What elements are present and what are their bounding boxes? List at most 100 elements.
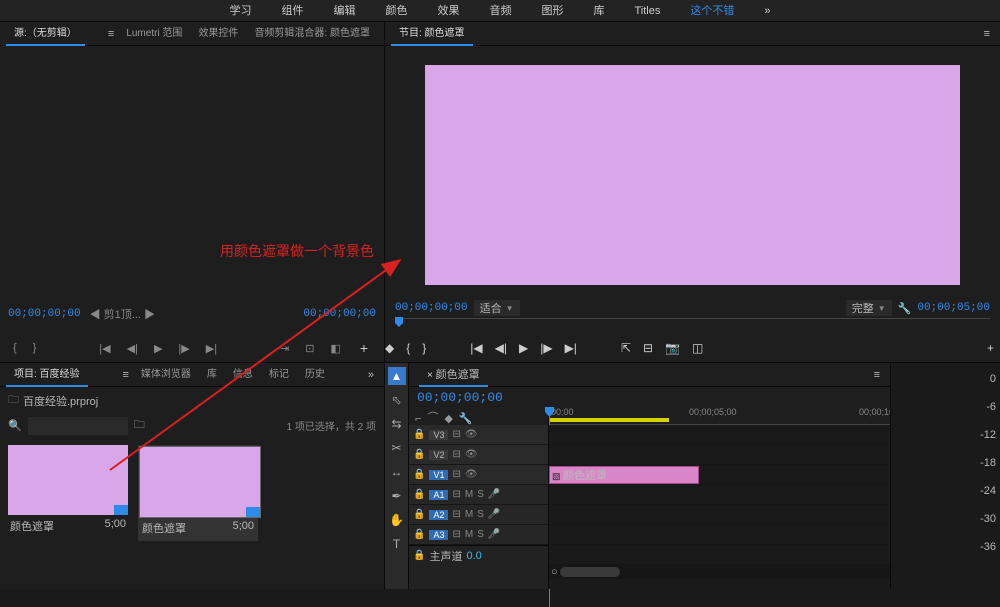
snap-icon[interactable]: ⌐ [415, 413, 421, 425]
quality-select[interactable]: 完整▼ [846, 300, 892, 316]
go-in-icon[interactable]: |◀ [96, 340, 113, 357]
search-icon[interactable]: 🔍 [8, 419, 22, 432]
extract-icon[interactable]: ⊟ [643, 341, 653, 355]
go-out-icon[interactable]: ▶| [565, 341, 577, 355]
work-area-bar[interactable] [549, 418, 669, 422]
tab-markers[interactable]: 标记 [261, 363, 297, 387]
track-header-v1[interactable]: 🔒V1⊟👁 [409, 465, 548, 485]
compare-icon[interactable]: ◫ [692, 341, 703, 355]
lock-icon[interactable]: 🔒 [413, 489, 425, 500]
ws-more-icon[interactable]: » [749, 0, 785, 22]
ws-color[interactable]: 颜色 [371, 0, 423, 22]
tab-effectcontrols[interactable]: 效果控件 [190, 22, 246, 46]
ws-effects[interactable]: 效果 [423, 0, 475, 22]
insert-icon[interactable]: ⇥ [277, 340, 292, 357]
track-header-a2[interactable]: 🔒A2⊟MS🎤 [409, 505, 548, 525]
mark-in-icon[interactable]: { [406, 341, 410, 355]
step-fwd-icon[interactable]: |▶ [540, 341, 552, 355]
ws-learn[interactable]: 学习 [215, 0, 267, 22]
export-frame-icon[interactable]: ◧ [327, 340, 343, 357]
mark-out-icon[interactable]: } [30, 340, 40, 356]
slip-tool-icon[interactable]: ↔ [388, 463, 406, 481]
eye-icon[interactable]: 👁 [465, 449, 478, 460]
panel-overflow-icon[interactable]: » [364, 369, 378, 381]
hand-tool-icon[interactable]: ✋ [388, 511, 406, 529]
clip-color-matte[interactable]: ▧ 颜色遮罩 [549, 466, 699, 484]
settings-icon[interactable]: 🔧 [898, 302, 912, 315]
timeline-lanes[interactable]: ▧ 颜色遮罩 ○ [549, 425, 890, 589]
eye-icon[interactable]: 👁 [465, 469, 478, 480]
track-header-v2[interactable]: 🔒V2⊟👁 [409, 445, 548, 465]
tab-program[interactable]: 节目: 颜色遮罩 [391, 22, 473, 46]
tab-info[interactable]: 信息 [225, 363, 261, 387]
ripple-tool-icon[interactable]: ⇆ [388, 415, 406, 433]
tab-sequence[interactable]: × 颜色遮罩 [419, 363, 488, 387]
mic-icon[interactable]: 🎤 [488, 529, 500, 540]
tab-media[interactable]: 媒体浏览器 [133, 363, 199, 387]
lock-icon[interactable]: 🔒 [413, 449, 425, 460]
ws-edit[interactable]: 编辑 [319, 0, 371, 22]
mark-out-icon[interactable]: } [422, 341, 426, 355]
lock-icon[interactable]: 🔒 [413, 509, 425, 520]
bin-item-selected[interactable]: 颜色遮罩5;00 [138, 445, 258, 541]
program-menu-icon[interactable]: ≡ [980, 28, 994, 40]
play-icon[interactable]: ▶ [151, 340, 165, 357]
linked-sel-icon[interactable]: ⌒ [427, 409, 438, 425]
ws-assembly[interactable]: 组件 [267, 0, 319, 22]
filter-bin-icon[interactable]: 🗀 [134, 416, 145, 435]
add-marker-icon[interactable]: ◆ [385, 341, 394, 355]
selection-tool-icon[interactable]: ▲ [388, 367, 406, 385]
program-monitor[interactable] [425, 65, 960, 285]
play-icon[interactable]: ▶ [519, 341, 528, 355]
pen-tool-icon[interactable]: ✒ [388, 487, 406, 505]
add-button-icon[interactable]: + [981, 341, 1000, 355]
ws-library[interactable]: 库 [579, 0, 620, 22]
mic-icon[interactable]: 🎤 [488, 489, 500, 500]
add-button-icon[interactable]: + [354, 340, 374, 356]
lock-icon[interactable]: 🔒 [413, 469, 425, 480]
timeline-scrollbar[interactable]: ○ [549, 565, 890, 579]
project-menu-icon[interactable]: ≡ [119, 369, 133, 381]
tab-project[interactable]: 项目: 百度经验 [6, 363, 88, 387]
lift-icon[interactable]: ⇱ [621, 341, 631, 355]
step-back-icon[interactable]: ◀| [495, 341, 507, 355]
go-in-icon[interactable]: |◀ [470, 341, 482, 355]
ws-custom[interactable]: 这个不错 [675, 0, 749, 22]
track-header-a3[interactable]: 🔒A3⊟MS🎤 [409, 525, 548, 545]
razor-tool-icon[interactable]: ✂ [388, 439, 406, 457]
program-playhead[interactable] [395, 317, 403, 327]
eye-icon[interactable]: 👁 [465, 429, 478, 440]
tab-source[interactable]: 源:（无剪辑） [6, 22, 85, 46]
search-input[interactable] [28, 417, 128, 435]
export-frame-icon[interactable]: 📷 [665, 341, 680, 355]
program-ruler[interactable] [395, 318, 990, 334]
tab-audiomixer[interactable]: 音频剪辑混合器: 颜色遮罩 [246, 22, 378, 46]
step-back-icon[interactable]: ◀| [124, 340, 141, 357]
fit-select[interactable]: 适合▼ [474, 300, 520, 316]
lock-icon[interactable]: 🔒 [413, 529, 425, 540]
ws-titles[interactable]: Titles [620, 0, 676, 22]
lock-icon[interactable]: 🔒 [413, 550, 425, 561]
ws-graphics[interactable]: 图形 [527, 0, 579, 22]
tab-lib[interactable]: 库 [199, 363, 225, 387]
ws-audio[interactable]: 音频 [475, 0, 527, 22]
go-out-icon[interactable]: ▶| [203, 340, 220, 357]
lock-icon[interactable]: 🔒 [413, 429, 425, 440]
marker-tool-icon[interactable]: ◆ [444, 412, 452, 425]
source-clip-nav[interactable]: ◀ 剪1顶... ▶ [87, 304, 158, 324]
overwrite-icon[interactable]: ⊡ [302, 340, 317, 357]
step-fwd-icon[interactable]: |▶ [175, 340, 192, 357]
bin-item[interactable]: 颜色遮罩5;00 [8, 445, 128, 537]
settings-icon[interactable]: 🔧 [459, 412, 473, 425]
track-header-a1[interactable]: 🔒A1⊟MS🎤 [409, 485, 548, 505]
timeline-timecode[interactable]: 00;00;00;00 [417, 390, 503, 405]
source-menu-icon[interactable]: ≡ [104, 28, 118, 40]
sequence-menu-icon[interactable]: ≡ [870, 369, 884, 381]
mark-in-icon[interactable]: { [10, 340, 20, 356]
mic-icon[interactable]: 🎤 [488, 509, 500, 520]
timeline-ruler[interactable]: 00;00 00;00;05;00 00;00;10;0 [549, 407, 890, 425]
track-header-v3[interactable]: 🔒V3⊟👁 [409, 425, 548, 445]
tab-history[interactable]: 历史 [297, 363, 333, 387]
type-tool-icon[interactable]: T [388, 535, 406, 553]
tab-lumetri[interactable]: Lumetri 范围 [118, 22, 190, 46]
